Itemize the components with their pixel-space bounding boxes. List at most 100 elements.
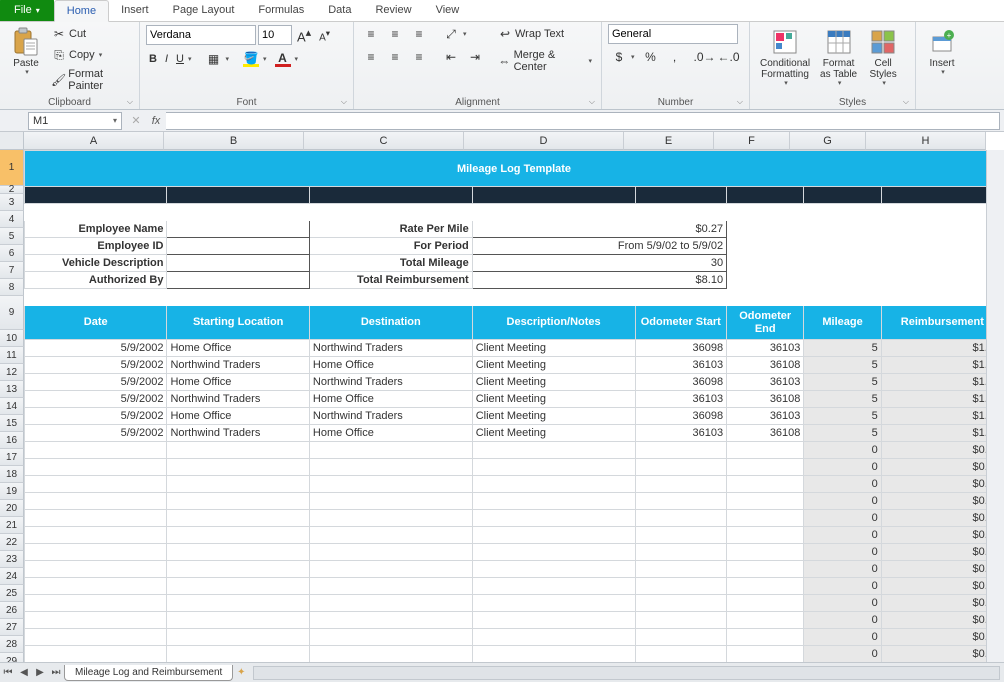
cell[interactable]: Northwind Traders xyxy=(309,408,472,425)
cell[interactable]: 36108 xyxy=(727,391,804,408)
cell[interactable] xyxy=(727,204,804,221)
tab-nav-first[interactable]: ⏮ xyxy=(0,667,16,678)
cell[interactable]: 5/9/2002 xyxy=(25,340,167,357)
bold-button[interactable]: B xyxy=(146,51,160,67)
cell[interactable]: 0 xyxy=(804,612,881,629)
cell[interactable] xyxy=(727,289,804,306)
sheet-tab-active[interactable]: Mileage Log and Reimbursement xyxy=(64,665,233,681)
formula-input[interactable] xyxy=(166,112,1000,130)
increase-decimal-button[interactable]: .0→ xyxy=(694,47,716,67)
cell[interactable] xyxy=(167,442,309,459)
cell[interactable] xyxy=(635,510,727,527)
cell[interactable]: 0 xyxy=(804,561,881,578)
cell[interactable] xyxy=(309,595,472,612)
row-header-22[interactable]: 22 xyxy=(0,534,24,551)
tab-insert[interactable]: Insert xyxy=(109,0,161,21)
cell[interactable] xyxy=(25,459,167,476)
cell[interactable]: 36103 xyxy=(727,374,804,391)
row-header-11[interactable]: 11 xyxy=(0,347,24,364)
indent-button[interactable]: ⇥ xyxy=(464,47,486,67)
row-header-4[interactable]: 4 xyxy=(0,211,24,228)
cell[interactable] xyxy=(309,510,472,527)
cell[interactable] xyxy=(635,442,727,459)
row-header-12[interactable]: 12 xyxy=(0,364,24,381)
cell[interactable] xyxy=(727,238,804,255)
cell[interactable]: 0 xyxy=(804,578,881,595)
cell[interactable] xyxy=(309,442,472,459)
cell[interactable]: 5 xyxy=(804,408,881,425)
cell[interactable] xyxy=(309,459,472,476)
cell[interactable] xyxy=(727,255,804,272)
cell[interactable] xyxy=(727,646,804,663)
border-button[interactable]: ▦ xyxy=(202,49,232,69)
file-tab[interactable]: File xyxy=(0,0,54,21)
tab-nav-next[interactable]: ▶ xyxy=(32,667,48,678)
wrap-text-button[interactable]: ↩Wrap Text xyxy=(494,24,595,44)
cell[interactable]: 0 xyxy=(804,544,881,561)
col-header-C[interactable]: C xyxy=(304,132,464,150)
row-header-23[interactable]: 23 xyxy=(0,551,24,568)
shrink-font-button[interactable]: A▾ xyxy=(316,26,333,45)
row-header-1[interactable]: 1 xyxy=(0,150,24,186)
name-box[interactable]: M1 xyxy=(28,112,122,130)
cell[interactable] xyxy=(309,476,472,493)
cell[interactable] xyxy=(635,544,727,561)
cell[interactable] xyxy=(804,204,881,221)
table-header[interactable]: Odometer Start xyxy=(635,306,727,340)
cell[interactable] xyxy=(25,629,167,646)
cell[interactable]: Rate Per Mile xyxy=(309,221,472,238)
cell[interactable] xyxy=(309,493,472,510)
row-header-19[interactable]: 19 xyxy=(0,483,24,500)
row-header-18[interactable]: 18 xyxy=(0,466,24,483)
input-emp_id[interactable] xyxy=(167,238,309,255)
cell[interactable] xyxy=(635,578,727,595)
cell[interactable]: 0 xyxy=(804,527,881,544)
cell[interactable]: 5 xyxy=(804,340,881,357)
insert-button[interactable]: + Insert xyxy=(922,24,962,79)
cell[interactable] xyxy=(472,204,635,221)
cell[interactable] xyxy=(635,289,727,306)
cell[interactable] xyxy=(309,646,472,663)
underline-button[interactable]: U xyxy=(173,51,194,67)
cell[interactable] xyxy=(167,527,309,544)
cell[interactable]: 0 xyxy=(804,510,881,527)
cell[interactable] xyxy=(635,629,727,646)
row-header-6[interactable]: 6 xyxy=(0,245,24,262)
cell[interactable]: 5/9/2002 xyxy=(25,357,167,374)
cell[interactable] xyxy=(167,612,309,629)
value-total_reimb[interactable]: $8.10 xyxy=(472,272,726,289)
font-color-button[interactable]: A xyxy=(272,49,302,69)
input-emp_name[interactable] xyxy=(167,221,309,238)
col-header-F[interactable]: F xyxy=(714,132,790,150)
cell[interactable] xyxy=(635,612,727,629)
align-center-button[interactable]: ≡ xyxy=(384,47,406,67)
cell[interactable] xyxy=(804,238,881,255)
table-header[interactable]: Starting Location xyxy=(167,306,309,340)
cell[interactable] xyxy=(804,289,881,306)
cut-button[interactable]: ✂Cut xyxy=(48,24,133,44)
cell[interactable] xyxy=(472,442,635,459)
col-header-D[interactable]: D xyxy=(464,132,624,150)
row-header-24[interactable]: 24 xyxy=(0,568,24,585)
format-painter-button[interactable]: 🖌Format Painter xyxy=(48,66,133,94)
cell[interactable] xyxy=(635,493,727,510)
cell[interactable] xyxy=(309,527,472,544)
cell[interactable]: 36103 xyxy=(635,425,727,442)
orientation-button[interactable]: ⤢ xyxy=(440,24,470,44)
cell[interactable] xyxy=(472,561,635,578)
tab-review[interactable]: Review xyxy=(363,0,423,21)
align-bottom-button[interactable]: ≡ xyxy=(408,24,430,44)
cell[interactable]: Total Reimbursement xyxy=(309,272,472,289)
cell[interactable]: 36103 xyxy=(635,357,727,374)
cell[interactable] xyxy=(635,646,727,663)
fill-color-button[interactable]: 🪣 xyxy=(240,49,270,69)
cell[interactable] xyxy=(167,476,309,493)
cell[interactable]: Northwind Traders xyxy=(167,357,309,374)
cell[interactable] xyxy=(472,629,635,646)
cell[interactable] xyxy=(804,272,881,289)
cell[interactable] xyxy=(635,187,727,204)
cell[interactable]: Home Office xyxy=(309,357,472,374)
cell[interactable] xyxy=(309,544,472,561)
cell[interactable] xyxy=(25,476,167,493)
row-header-17[interactable]: 17 xyxy=(0,449,24,466)
